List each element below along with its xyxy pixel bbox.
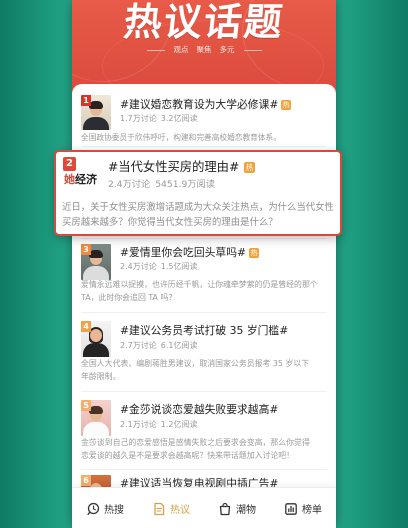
topic-description: 金莎谈到自己的恋爱感悟是感情失败之后要求会变高，那么你觉得 恋爱谈的越久是不是要… [81, 436, 310, 462]
discussion-count: 2.4万讨论 [108, 179, 151, 190]
list-divider [81, 312, 327, 313]
read-count: 6.1亿阅读 [160, 341, 198, 350]
logo-accent-text: 她 [64, 173, 75, 186]
topic-thumbnail: 4 [81, 321, 111, 357]
tab-hot-discussion[interactable]: 热议 [138, 488, 204, 528]
topic-logo: 她经济 [64, 173, 97, 186]
featured-topic-card[interactable]: 2 她经济 #当代女性买房的理由# 热 2.4万讨论 5451.9万阅读 近日，关… [54, 150, 342, 236]
page-title: 热议话题 [121, 0, 287, 44]
discussion-count: 2.7万讨论 [120, 341, 157, 350]
list-divider [81, 238, 327, 239]
rank-badge: 1 [81, 95, 91, 106]
subtitle-divider-line [243, 49, 262, 51]
description-line: 全国人大代表、编剧蒋胜男建议，取消国家公务员报考 35 岁以下 [81, 359, 310, 368]
header-banner: 热议话题 观点 聚焦 多元 [72, 0, 336, 96]
hot-badge: 热 [281, 100, 291, 110]
description-line: 金莎谈到自己的恋爱感悟是感情失败之后要求会变高，那么你觉得 [81, 438, 310, 447]
rank-badge: 2 [63, 157, 76, 171]
hot-badge: 热 [249, 248, 259, 258]
list-divider [81, 146, 327, 147]
read-count: 3.2亿阅读 [160, 114, 198, 123]
topic-description: 全国政协委员于欣伟呼吁，构建和完善高校婚恋教育体系。 [81, 131, 281, 144]
topic-list-item[interactable]: 5 #金莎说谈恋爱越失败要求越高# 2.1万讨论 1.2亿阅读 金莎谈到自己的恋爱… [72, 397, 336, 466]
description-line: 恋爱谈的越久是不是要求会越高呢？快来带话题加入讨论吧！ [81, 451, 295, 460]
thumbnail-person-figure [83, 117, 109, 130]
topic-title[interactable]: #金莎说谈恋爱越失败要求越高# [120, 403, 278, 416]
subtitle-word: 观点 [173, 45, 189, 54]
thumbnail-person-figure [83, 422, 109, 436]
read-count: 5451.9万阅读 [155, 179, 215, 190]
topic-description: 近日，关于女性买房激增话题成为大众关注热点，为什么当代女性 买房越来越多？你觉得… [62, 200, 334, 230]
tab-ranking-list[interactable]: 榜单 [270, 488, 336, 528]
topic-stats: 2.4万讨论 1.5亿阅读 [120, 262, 197, 272]
topic-title[interactable]: #建议婚恋教育设为大学必修课# [120, 98, 278, 111]
subtitle-word: 多元 [219, 45, 235, 54]
hot-discussion-icon [154, 502, 165, 515]
topic-stats: 2.1万讨论 1.2亿阅读 [120, 420, 197, 430]
tab-label: 热搜 [104, 505, 124, 516]
description-line: 买房越来越多？你觉得当代女性买房的理由是什么？ [62, 217, 278, 228]
topic-title[interactable]: #爱情里你会吃回头草吗# [120, 246, 246, 259]
discussion-count: 2.4万讨论 [120, 262, 157, 271]
rank-badge: 4 [81, 321, 91, 332]
description-line: 年龄限制。 [81, 372, 121, 381]
tab-trend-goods[interactable]: 潮物 [204, 488, 270, 528]
topic-thumbnail: 5 [81, 400, 111, 436]
topic-title[interactable]: #建议公务员考试打破 35 岁门槛# [120, 324, 288, 337]
thumbnail-person-figure [90, 329, 102, 342]
topic-description: 全国人大代表、编剧蒋胜男建议，取消国家公务员报考 35 岁以下 年龄限制。 [81, 357, 309, 383]
hot-badge: 热 [244, 162, 255, 173]
rank-badge: 3 [81, 244, 91, 255]
topic-list-item[interactable]: 3 #爱情里你会吃回头草吗# 热 2.4万讨论 1.5亿阅读 爱情永远难以捉摸，也… [72, 240, 336, 308]
subtitle-word: 聚焦 [196, 45, 212, 54]
topic-description: 爱情永远难以捉摸，也许历经千帆，让你魂牵梦萦的仍是曾经的那个 TA，此时你会追回… [81, 278, 318, 304]
description-line: 爱情永远难以捉摸，也许历经千帆，让你魂牵梦萦的仍是曾经的那个 [81, 280, 318, 289]
topic-thumbnail: 3 [81, 244, 111, 280]
topic-stats: 1.7万讨论 3.2亿阅读 [120, 114, 197, 124]
topic-stats: 2.7万讨论 6.1亿阅读 [120, 341, 197, 351]
description-line: TA，此时你会追回 TA 吗？ [81, 293, 177, 302]
discussion-count: 1.7万讨论 [120, 114, 157, 123]
topic-thumbnail: 1 [81, 95, 111, 130]
description-line: 全国政协委员于欣伟呼吁，构建和完善高校婚恋教育体系。 [81, 133, 281, 142]
list-divider [81, 469, 327, 470]
topic-stats: 2.4万讨论 5451.9万阅读 [108, 179, 215, 191]
read-count: 1.2亿阅读 [160, 420, 198, 429]
shopping-bag-icon [219, 502, 231, 515]
topic-title[interactable]: #当代女性买房的理由# [108, 159, 239, 175]
description-line: 近日，关于女性买房激增话题成为大众关注热点，为什么当代女性 [62, 202, 334, 213]
thumbnail-person-figure [89, 406, 103, 414]
hot-search-icon [87, 502, 100, 515]
topic-list-item[interactable]: 4 #建议公务员考试打破 35 岁门槛# 2.7万讨论 6.1亿阅读 全国人大代表… [72, 318, 336, 388]
tab-label: 热议 [170, 505, 190, 516]
rank-badge: 6 [81, 475, 91, 486]
discussion-count: 2.1万讨论 [120, 420, 157, 429]
tab-label: 榜单 [302, 505, 322, 516]
tab-label: 潮物 [236, 505, 256, 516]
topic-list-item[interactable]: 1 #建议婚恋教育设为大学必修课# 热 1.7万讨论 3.2亿阅读 全国政协委员于… [72, 92, 336, 146]
header-subtitle: 观点 聚焦 多元 [72, 45, 336, 55]
tab-hot-search[interactable]: 热搜 [72, 488, 138, 528]
ranking-list-icon [285, 502, 297, 515]
thumbnail-person-figure [89, 250, 103, 258]
rank-badge: 5 [81, 400, 91, 411]
logo-text: 经济 [75, 173, 97, 186]
read-count: 1.5亿阅读 [160, 262, 198, 271]
thumbnail-person-figure [89, 101, 103, 109]
bottom-tab-bar: 热搜 热议 潮物 榜单 [72, 487, 336, 528]
list-divider [81, 391, 327, 392]
thumbnail-person-figure [83, 343, 109, 357]
subtitle-divider-line [146, 49, 165, 51]
phone-screen: 热议话题 观点 聚焦 多元 1 #建议婚恋教育设为大学必修课# 热 1.7万讨论 3.… [72, 0, 336, 528]
